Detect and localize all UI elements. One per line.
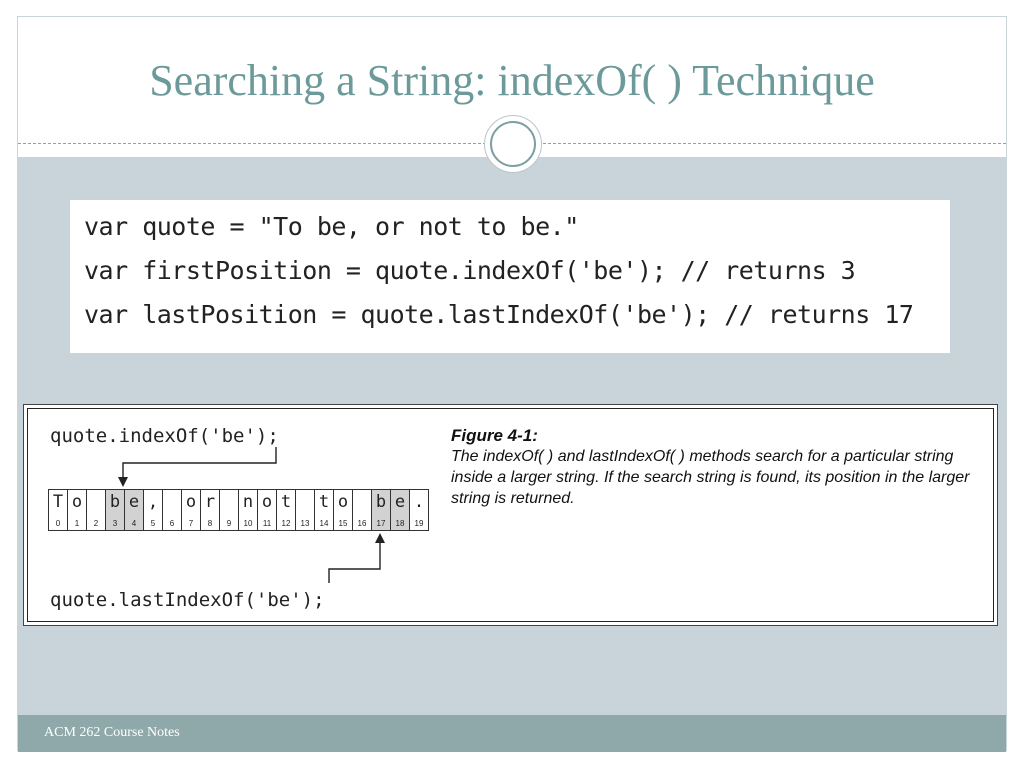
cell-index: 9: [226, 519, 232, 528]
slide: Searching a String: indexOf( ) Technique…: [17, 16, 1007, 752]
cell-index: 12: [281, 519, 291, 528]
cell-index: 4: [131, 519, 137, 528]
string-cell: e4: [125, 490, 144, 530]
cell-index: 5: [150, 519, 156, 528]
cell-char: o: [71, 492, 83, 512]
string-cell: t 12: [277, 490, 296, 530]
cell-index: 1: [74, 519, 80, 528]
divider-circle-icon: [484, 115, 542, 173]
string-cell: b3: [106, 490, 125, 530]
cell-char: t: [280, 492, 292, 512]
footer-text: ACM 262 Course Notes: [44, 725, 180, 740]
cell-char: T: [52, 492, 64, 512]
cell-char: b: [375, 492, 387, 512]
lastindexof-arrow-line: [328, 541, 381, 583]
cell-index: 17: [376, 519, 386, 528]
footer-bar: ACM 262 Course Notes: [18, 715, 1006, 752]
code-line-3: var lastPosition = quote.lastIndexOf('be…: [84, 300, 914, 329]
figure-4-1: quote.indexOf('be'); T0o12b3e4,56o7r89n1…: [23, 404, 998, 626]
string-cell: o 11: [258, 490, 277, 530]
figure-heading: Figure 4-1:: [451, 426, 538, 445]
string-cell: t 14: [315, 490, 334, 530]
string-cell: 9: [220, 490, 239, 530]
cell-index: 18: [395, 519, 405, 528]
string-cell: T0: [49, 490, 68, 530]
indexof-call: quote.indexOf('be');: [50, 425, 279, 447]
string-cell: 16: [353, 490, 372, 530]
string-cell: o1: [68, 490, 87, 530]
string-cell: n 10: [239, 490, 258, 530]
cell-index: 7: [188, 519, 194, 528]
string-cell: 2: [87, 490, 106, 530]
cell-index: 14: [319, 519, 329, 528]
slide-title: Searching a String: indexOf( ) Technique: [149, 56, 875, 105]
figure-frame: quote.indexOf('be'); T0o12b3e4,56o7r89n1…: [27, 408, 994, 622]
figure-caption-text: The indexOf( ) and lastIndexOf( ) method…: [451, 448, 970, 507]
indexof-arrowhead: [118, 477, 128, 487]
cell-index: 19: [414, 519, 424, 528]
cell-index: 8: [207, 519, 213, 528]
cell-char: t: [318, 492, 330, 512]
code-snippet: var quote = "To be, or not to be." var f…: [70, 200, 950, 353]
cell-char: b: [109, 492, 121, 512]
cell-char: ,: [147, 492, 159, 512]
cell-index: 3: [112, 519, 118, 528]
cell-char: o: [261, 492, 273, 512]
string-cell: 13: [296, 490, 315, 530]
code-line-1: var quote = "To be, or not to be.": [84, 212, 579, 241]
cell-char: .: [413, 492, 425, 512]
cell-index: 13: [300, 519, 310, 528]
cell-char: o: [337, 492, 349, 512]
figure-caption: Figure 4-1: The indexOf( ) and lastIndex…: [451, 425, 981, 509]
cell-index: 11: [262, 519, 272, 528]
string-index-strip: T 0 o 1 2 b 3 e 4, 5 6 o 7 r 8 9 n 10 o 11 t 12 13 t 14 o 15 16 b 17 e…: [48, 489, 429, 531]
cell-char: e: [128, 492, 140, 512]
cell-index: 0: [55, 519, 61, 528]
string-cell: 6: [163, 490, 182, 530]
divider-circle-inner: [490, 121, 536, 167]
cell-index: 6: [169, 519, 175, 528]
indexof-arrow-line: [122, 447, 277, 479]
cell-index: 16: [357, 519, 367, 528]
cell-char: o: [185, 492, 197, 512]
content-area: var quote = "To be, or not to be." var f…: [18, 157, 1006, 715]
string-cell: . 19: [410, 490, 429, 530]
lastindexof-arrowhead: [375, 533, 385, 543]
string-cell: r8: [201, 490, 220, 530]
string-cell: o 15: [334, 490, 353, 530]
lastindexof-call: quote.lastIndexOf('be');: [50, 589, 325, 611]
string-cell: ,5: [144, 490, 163, 530]
cell-char: e: [394, 492, 406, 512]
string-cell: o7: [182, 490, 201, 530]
cell-char: r: [204, 492, 216, 512]
string-cell: e 18: [391, 490, 410, 530]
cell-index: 15: [338, 519, 348, 528]
cell-char: n: [242, 492, 254, 512]
cell-index: 2: [93, 519, 99, 528]
code-line-2: var firstPosition = quote.indexOf('be');…: [84, 256, 856, 285]
cell-index: 10: [243, 519, 253, 528]
string-cell: b 17: [372, 490, 391, 530]
